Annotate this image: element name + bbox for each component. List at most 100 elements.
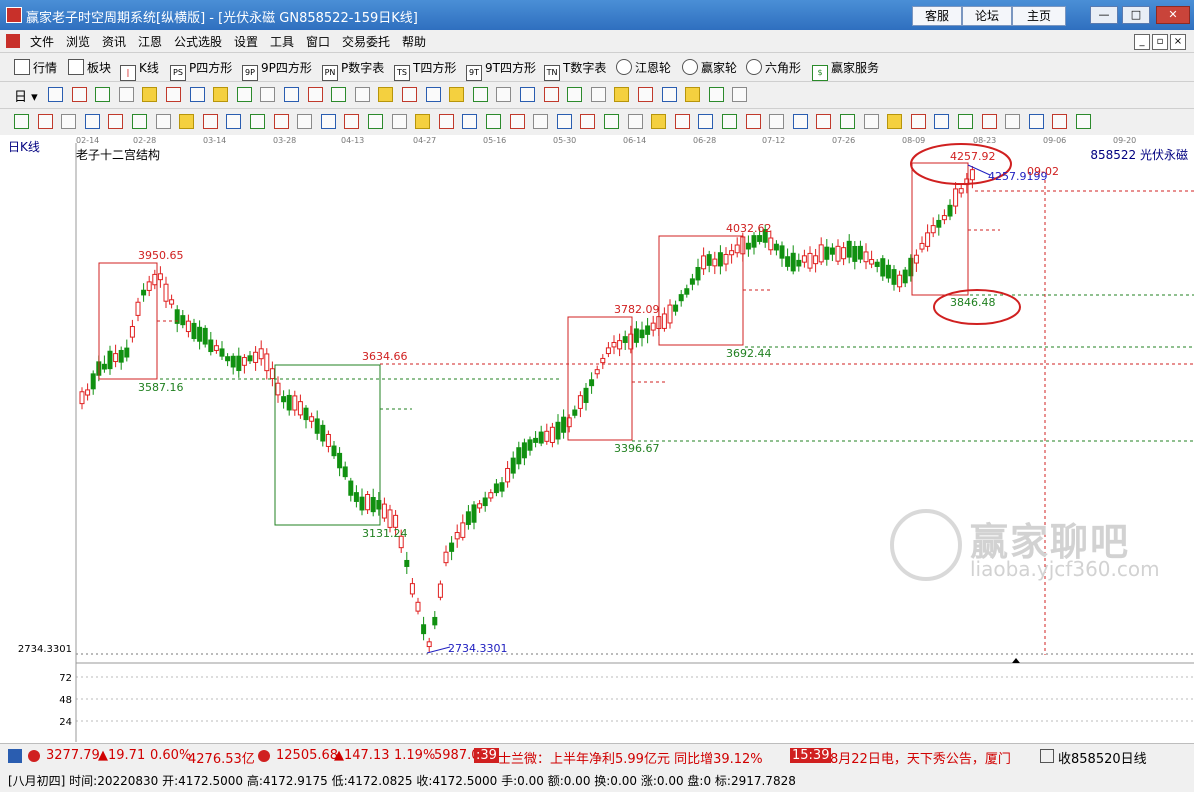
t-number-table-button[interactable]: TN T数字表 [544, 59, 606, 81]
customer-service-button[interactable]: 客服 [912, 6, 962, 26]
tool-button-icon[interactable] [580, 114, 596, 129]
tool-button-icon[interactable] [449, 87, 465, 102]
tool-button-icon[interactable] [556, 114, 572, 129]
sectors-button[interactable]: 板块 [68, 59, 111, 76]
tool-button-icon[interactable] [344, 114, 360, 129]
news-ticker-2[interactable]: 8月22日电，天下秀公告，厦门 [830, 748, 1011, 767]
tool-button-icon[interactable] [520, 87, 535, 102]
tool-button-icon[interactable] [934, 114, 950, 129]
tool-button-icon[interactable] [202, 114, 218, 129]
tool-button-icon[interactable] [1005, 114, 1021, 129]
tool-button-icon[interactable] [331, 87, 347, 102]
tool-button-icon[interactable] [651, 114, 667, 129]
tool-button-icon[interactable] [732, 87, 748, 102]
tool-button-icon[interactable] [840, 114, 855, 129]
tool-button-icon[interactable] [166, 87, 181, 102]
mdi-restore-button[interactable]: ▫ [1152, 34, 1168, 50]
tool-button-icon[interactable] [155, 114, 171, 129]
p-square-button[interactable]: PS P四方形 [170, 59, 232, 81]
9t-square-button[interactable]: 9T 9T四方形 [466, 59, 536, 81]
tool-button-icon[interactable] [273, 114, 289, 129]
tool-button-icon[interactable] [698, 114, 714, 129]
homepage-button[interactable]: 主页 [1012, 6, 1066, 26]
tool-button-icon[interactable] [118, 87, 134, 102]
tool-button-icon[interactable] [533, 114, 549, 129]
tool-button-icon[interactable] [320, 114, 336, 129]
tool-button-icon[interactable] [661, 87, 677, 102]
menu-help[interactable]: 帮助 [402, 33, 426, 50]
tool-button-icon[interactable] [95, 87, 111, 102]
tool-button-icon[interactable] [48, 87, 63, 102]
tool-button-icon[interactable] [509, 114, 525, 129]
winner-service-button[interactable]: $ 赢家服务 [812, 59, 879, 81]
t-square-button[interactable]: TS T四方形 [394, 59, 456, 81]
tool-button-icon[interactable] [462, 114, 478, 129]
kline-chart[interactable]: 日K线 老子十二宫结构 858522 光伏永磁 3950.65 3587.16 … [0, 135, 1194, 742]
tool-button-icon[interactable] [627, 114, 643, 129]
tool-button-icon[interactable] [415, 114, 431, 129]
tool-button-icon[interactable] [708, 87, 724, 102]
tool-button-icon[interactable] [472, 87, 488, 102]
tool-button-icon[interactable] [71, 87, 87, 102]
tool-button-icon[interactable] [638, 87, 653, 102]
tool-button-icon[interactable] [142, 87, 158, 102]
tool-button-icon[interactable] [1052, 114, 1068, 129]
menu-info[interactable]: 资讯 [102, 33, 126, 50]
tool-button-icon[interactable] [792, 114, 808, 129]
gann-wheel-button[interactable]: 江恩轮 [616, 59, 671, 76]
tool-button-icon[interactable] [722, 114, 737, 129]
tool-button-icon[interactable] [368, 114, 383, 129]
tool-button-icon[interactable] [958, 114, 973, 129]
tool-button-icon[interactable] [486, 114, 501, 129]
tool-button-icon[interactable] [816, 114, 832, 129]
menu-gann[interactable]: 江恩 [138, 33, 162, 50]
tool-button-icon[interactable] [614, 87, 630, 102]
maximize-button[interactable]: □ [1122, 6, 1150, 24]
tool-button-icon[interactable] [496, 87, 512, 102]
p-number-table-button[interactable]: PN P数字表 [322, 59, 384, 81]
tool-button-icon[interactable] [402, 87, 417, 102]
tool-button-icon[interactable] [37, 114, 53, 129]
forum-button[interactable]: 论坛 [962, 6, 1012, 26]
period-selector[interactable]: 日 ▾ [14, 86, 38, 105]
tool-button-icon[interactable] [438, 114, 454, 129]
tool-button-icon[interactable] [604, 114, 619, 129]
tool-button-icon[interactable] [236, 87, 252, 102]
close-button[interactable]: ✕ [1156, 6, 1190, 24]
mdi-minimize-button[interactable]: _ [1134, 34, 1150, 50]
tool-button-icon[interactable] [567, 87, 583, 102]
tool-button-icon[interactable] [1028, 114, 1044, 129]
tool-button-icon[interactable] [213, 87, 229, 102]
menu-trade[interactable]: 交易委托 [342, 33, 390, 50]
minimize-button[interactable]: — [1090, 6, 1118, 24]
tool-button-icon[interactable] [354, 87, 370, 102]
tool-button-icon[interactable] [132, 114, 147, 129]
menu-settings[interactable]: 设置 [234, 33, 258, 50]
kline-button[interactable]: | K线 [120, 59, 159, 81]
tool-button-icon[interactable] [61, 114, 77, 129]
9p-square-button[interactable]: 9P 9P四方形 [242, 59, 312, 81]
hexagon-button[interactable]: 六角形 [746, 59, 801, 76]
tool-button-icon[interactable] [910, 114, 926, 129]
menu-window[interactable]: 窗口 [306, 33, 330, 50]
tool-button-icon[interactable] [863, 114, 879, 129]
tool-button-icon[interactable] [981, 114, 997, 129]
tool-button-icon[interactable] [250, 114, 265, 129]
tool-button-icon[interactable] [226, 114, 242, 129]
tool-button-icon[interactable] [378, 87, 394, 102]
news-ticker-1[interactable]: 士兰微：上半年净利5.99亿元 同比增39.12% [498, 748, 763, 767]
mdi-close-button[interactable]: × [1170, 34, 1186, 50]
menu-file[interactable]: 文件 [30, 33, 54, 50]
tool-button-icon[interactable] [745, 114, 761, 129]
tool-button-icon[interactable] [108, 114, 124, 129]
tool-button-icon[interactable] [14, 114, 29, 129]
menu-formula[interactable]: 公式选股 [174, 33, 222, 50]
tool-button-icon[interactable] [685, 87, 701, 102]
tool-button-icon[interactable] [260, 87, 276, 102]
menu-browse[interactable]: 浏览 [66, 33, 90, 50]
tool-button-icon[interactable] [307, 87, 323, 102]
tool-button-icon[interactable] [674, 114, 690, 129]
tool-button-icon[interactable] [297, 114, 313, 129]
quotes-button[interactable]: 行情 [14, 59, 57, 76]
tool-button-icon[interactable] [189, 87, 205, 102]
